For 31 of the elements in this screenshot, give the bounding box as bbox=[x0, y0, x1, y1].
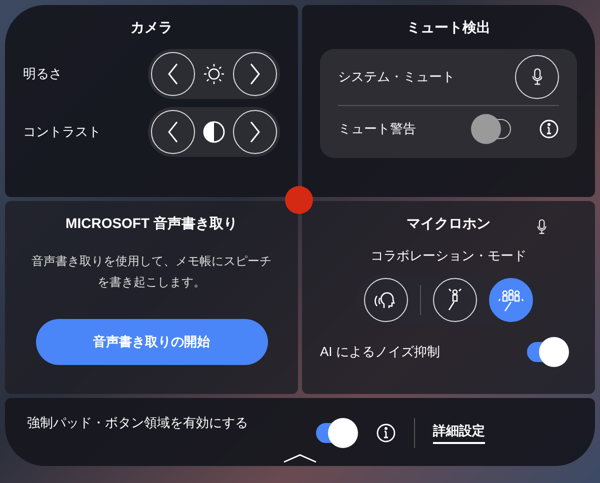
panel-title: ミュート検出 bbox=[406, 19, 490, 37]
setting-label: 強制パッド・ボタン領域を有効にする bbox=[27, 414, 248, 432]
chevron-right-icon bbox=[248, 62, 262, 86]
microphone-icon bbox=[532, 68, 542, 86]
advanced-settings-link[interactable]: 詳細設定 bbox=[433, 422, 485, 444]
mode-button[interactable] bbox=[489, 278, 533, 322]
decrease-button[interactable] bbox=[151, 52, 195, 96]
info-icon[interactable] bbox=[539, 119, 559, 139]
increase-button[interactable] bbox=[233, 52, 277, 96]
chevron-left-icon bbox=[166, 62, 180, 86]
group-microphone-icon bbox=[498, 287, 524, 313]
sun-icon bbox=[203, 63, 225, 85]
microphone-icon bbox=[537, 219, 547, 235]
mute-button[interactable] bbox=[515, 55, 559, 99]
mode-label: コラボレーション・モード bbox=[370, 247, 526, 265]
panel-title: MICROSOFT 音声書き取り bbox=[66, 215, 238, 233]
chevron-up-icon[interactable] bbox=[283, 453, 317, 463]
chevron-left-icon bbox=[166, 120, 180, 144]
panel-title: マイクロホン bbox=[406, 215, 490, 233]
contrast-icon bbox=[203, 121, 225, 143]
setting-label: AI によるノイズ抑制 bbox=[320, 343, 440, 361]
setting-label: ミュート警告 bbox=[338, 120, 416, 138]
setting-label: コントラスト bbox=[23, 123, 101, 141]
setting-label: システム・ミュート bbox=[338, 68, 455, 86]
panel-title: カメラ bbox=[130, 19, 172, 37]
decrease-button[interactable] bbox=[151, 110, 195, 154]
setting-label: 明るさ bbox=[23, 65, 62, 83]
chevron-right-icon bbox=[248, 120, 262, 144]
increase-button[interactable] bbox=[233, 110, 277, 154]
info-icon[interactable] bbox=[376, 423, 396, 443]
description: 音声書き取りを使用して、メモ帳にスピーチを書き起こします。 bbox=[30, 253, 272, 291]
